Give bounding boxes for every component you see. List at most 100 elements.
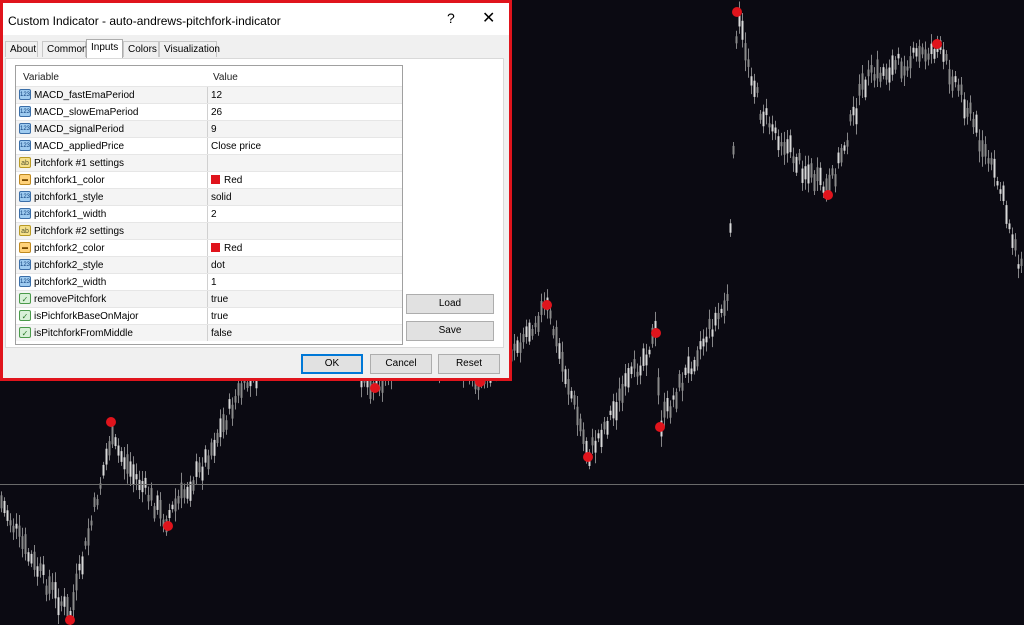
table-row[interactable]: 123 MACD_fastEmaPeriod 12 — [16, 86, 402, 103]
ok-button[interactable]: OK — [301, 354, 363, 374]
candle-body — [891, 55, 894, 75]
table-row[interactable]: 123 pitchfork1_width 2 — [16, 205, 402, 222]
candle-body — [627, 368, 630, 388]
candle-body — [147, 494, 150, 502]
table-row[interactable]: 123 pitchfork2_style dot — [16, 256, 402, 273]
candle-body — [525, 326, 528, 338]
variable-value[interactable]: 12 — [211, 90, 222, 101]
variable-value[interactable]: true — [211, 294, 228, 305]
tab-visualization[interactable]: Visualization — [159, 41, 220, 57]
table-row[interactable]: ab Pitchfork #2 settings — [16, 222, 402, 239]
candle-body — [153, 506, 156, 519]
candle-body — [51, 582, 54, 590]
variable-name: MACD_appliedPrice — [34, 141, 125, 152]
variable-value[interactable]: Close price — [211, 141, 261, 152]
candle-body — [687, 356, 690, 374]
swing-point-marker — [932, 39, 942, 49]
variable-value[interactable]: 9 — [211, 124, 217, 135]
int-icon: 123 — [19, 276, 31, 287]
swing-point-marker — [65, 615, 75, 625]
column-divider — [207, 240, 208, 256]
variable-value[interactable]: solid — [211, 192, 232, 203]
load-button[interactable]: Load — [406, 294, 494, 314]
variable-value[interactable]: 26 — [211, 107, 222, 118]
variable-name: pitchfork2_color — [34, 243, 105, 254]
bool-icon: ✓ — [19, 310, 31, 321]
dialog-titlebar[interactable]: Custom Indicator - auto-andrews-pitchfor… — [3, 3, 509, 35]
candle-body — [42, 564, 45, 576]
candle-body — [1005, 205, 1008, 224]
candle-body — [513, 343, 516, 351]
swing-point-marker — [732, 7, 742, 17]
variable-value-text: Close price — [211, 141, 262, 152]
table-row[interactable]: ✓ isPitchforkFromMiddle false — [16, 324, 402, 341]
candle-body — [168, 510, 171, 519]
variable-name: MACD_slowEmaPeriod — [34, 107, 139, 118]
candle-body — [573, 395, 576, 405]
candle-body — [834, 174, 837, 187]
candle-body — [126, 454, 129, 474]
price-level-line — [0, 484, 1024, 485]
candle-body — [903, 66, 906, 76]
reset-button[interactable]: Reset — [438, 354, 500, 374]
candle-body — [669, 406, 672, 418]
table-row[interactable]: 123 pitchfork2_width 1 — [16, 273, 402, 290]
variable-value[interactable]: 2 — [211, 209, 217, 220]
tab-about[interactable]: About — [5, 41, 38, 57]
table-row[interactable]: ▬ pitchfork2_color Red — [16, 239, 402, 256]
cancel-button[interactable]: Cancel — [370, 354, 432, 374]
candle-body — [1017, 264, 1020, 269]
table-row[interactable]: ✓ removePitchfork true — [16, 290, 402, 307]
variable-value[interactable]: 1 — [211, 277, 217, 288]
candle-body — [567, 379, 570, 395]
candle-body — [858, 83, 861, 96]
candle-body — [882, 67, 885, 76]
tab-inputs[interactable]: Inputs — [86, 39, 123, 59]
candle-body — [987, 158, 990, 164]
candle-body — [624, 373, 627, 387]
help-icon[interactable]: ? — [447, 10, 455, 26]
variable-value-text: true — [211, 311, 229, 322]
candle-body — [120, 451, 123, 462]
candle-body — [780, 142, 783, 147]
tab-common[interactable]: Common — [42, 41, 88, 57]
close-icon[interactable]: ✕ — [482, 8, 495, 28]
variable-value[interactable]: false — [211, 328, 232, 339]
variable-value[interactable]: dot — [211, 260, 225, 271]
tab-colors[interactable]: Colors — [123, 41, 159, 57]
save-button[interactable]: Save — [406, 321, 494, 341]
color-swatch — [211, 175, 220, 184]
swing-point-marker — [651, 328, 661, 338]
variable-value[interactable]: Red — [211, 243, 242, 254]
table-row[interactable]: 123 pitchfork1_style solid — [16, 188, 402, 205]
table-row[interactable]: ✓ isPichforkBaseOnMajor true — [16, 307, 402, 324]
variable-value[interactable]: true — [211, 311, 228, 322]
candle-body — [105, 448, 108, 465]
table-row[interactable]: 123 MACD_appliedPrice Close price — [16, 137, 402, 154]
candle-body — [150, 488, 153, 501]
candle-body — [24, 534, 27, 554]
candle-body — [708, 318, 711, 330]
candle-body — [177, 495, 180, 504]
variable-name: pitchfork1_width — [34, 209, 107, 220]
candle-body — [912, 47, 915, 53]
candle-body — [798, 152, 801, 161]
candle-body — [36, 566, 39, 577]
candle-body — [828, 174, 831, 193]
candle-body — [582, 429, 585, 444]
table-row[interactable]: 123 MACD_slowEmaPeriod 26 — [16, 103, 402, 120]
table-row[interactable]: 123 MACD_signalPeriod 9 — [16, 120, 402, 137]
column-header-variable: Variable — [23, 72, 59, 83]
candle-body — [129, 461, 132, 477]
candle-body — [975, 114, 978, 133]
candle-body — [720, 308, 723, 314]
candle-body — [816, 167, 819, 182]
candle-body — [951, 76, 954, 91]
variable-value[interactable]: Red — [211, 175, 242, 186]
candle-body — [786, 139, 789, 154]
candle-body — [969, 102, 972, 114]
candle-body — [90, 520, 93, 526]
variable-name: pitchfork2_style — [34, 260, 104, 271]
table-row[interactable]: ab Pitchfork #1 settings — [16, 154, 402, 171]
table-row[interactable]: ▬ pitchfork1_color Red — [16, 171, 402, 188]
